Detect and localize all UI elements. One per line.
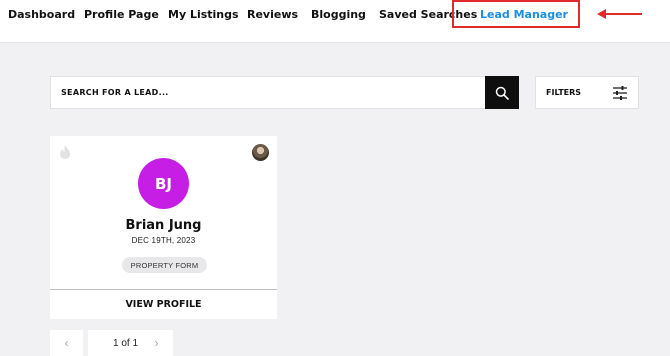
pagination-next-button[interactable]: › (140, 330, 173, 356)
lead-card: BJ Brian Jung DEC 19TH, 2023 PROPERTY FO… (50, 136, 277, 319)
search-button[interactable] (485, 76, 519, 109)
search-input[interactable] (51, 77, 485, 108)
assigned-agent-avatar[interactable] (252, 144, 269, 161)
lead-date: DEC 19TH, 2023 (131, 236, 196, 245)
nav-item-profile-page[interactable]: Profile Page (84, 8, 159, 21)
filters-label: FILTERS (546, 88, 582, 97)
search-bar (50, 76, 519, 109)
chevron-left-icon: ‹ (64, 336, 69, 350)
nav-item-my-listings[interactable]: My Listings (168, 8, 239, 21)
filters-button[interactable]: FILTERS (535, 76, 639, 109)
lead-avatar: BJ (138, 158, 189, 209)
arrow-left-icon (597, 9, 642, 19)
fire-icon (60, 145, 70, 159)
nav-item-reviews[interactable]: Reviews (247, 8, 298, 21)
nav-item-dashboard[interactable]: Dashboard (8, 8, 75, 21)
nav-item-blogging[interactable]: Blogging (311, 8, 366, 21)
lead-name: Brian Jung (125, 218, 202, 233)
chevron-right-icon: › (154, 336, 159, 350)
sliders-icon (613, 86, 627, 100)
search-icon (495, 86, 509, 100)
pagination-prev-button[interactable]: ‹ (50, 330, 83, 356)
highlight-box (452, 0, 580, 28)
lead-source-badge: PROPERTY FORM (122, 257, 207, 273)
view-profile-button[interactable]: VIEW PROFILE (50, 290, 277, 319)
